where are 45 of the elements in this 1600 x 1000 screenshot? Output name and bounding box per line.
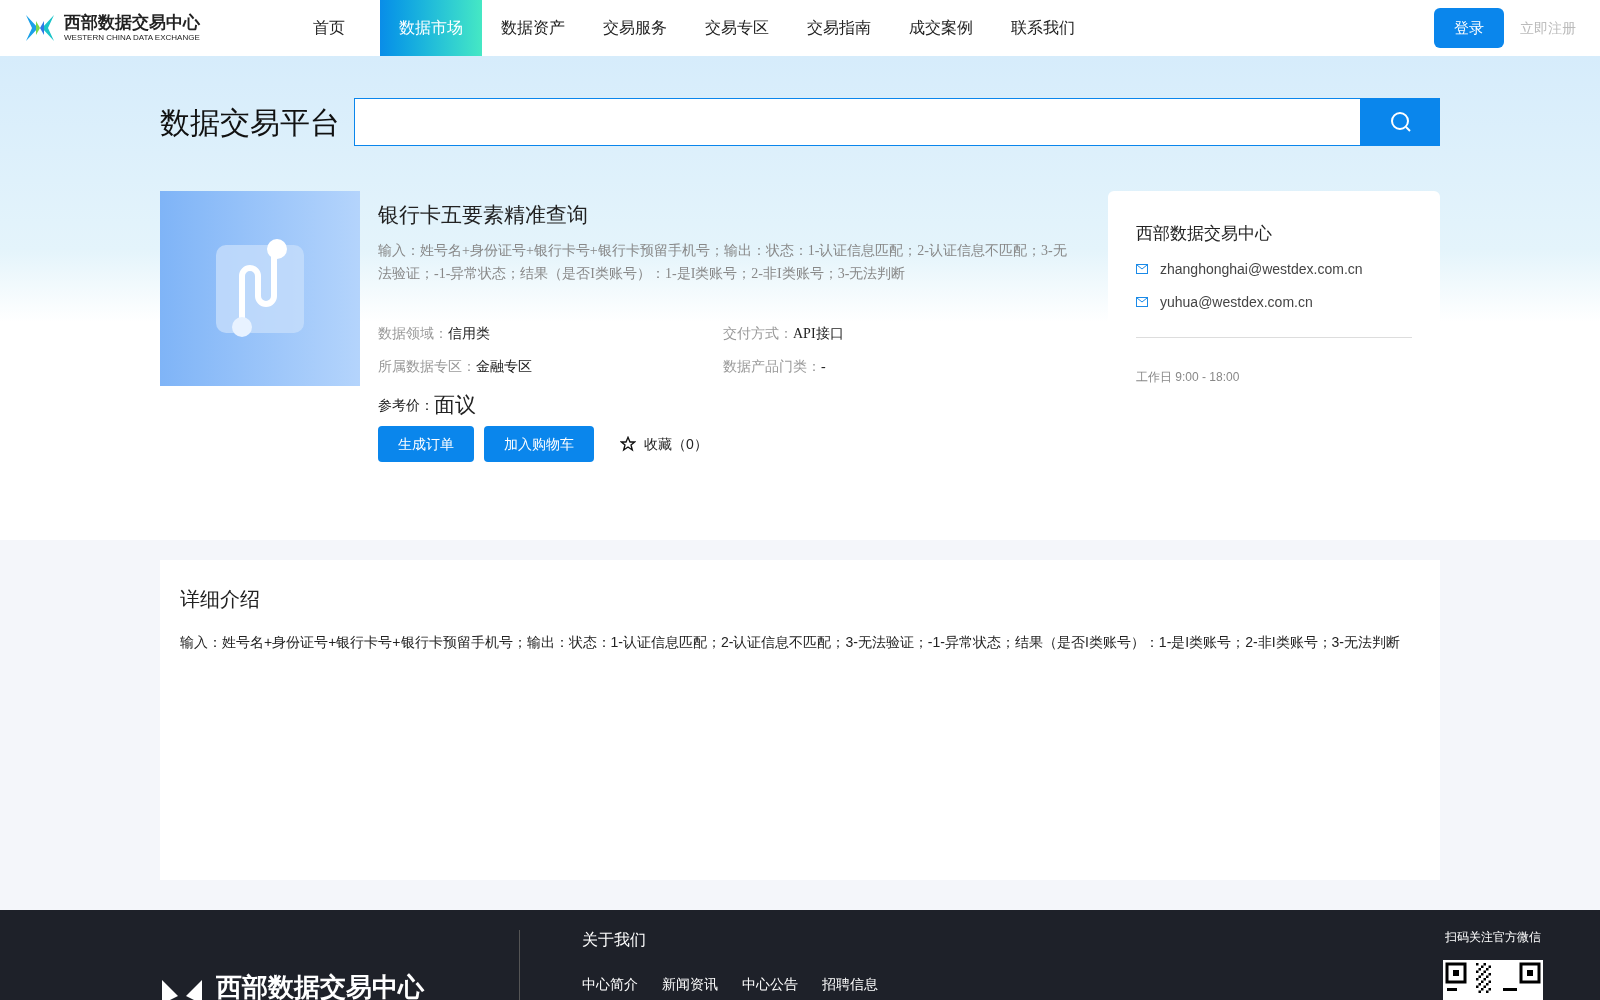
search-icon (1388, 110, 1413, 134)
contact-email: zhanghonghai@westdex.com.cn (1160, 259, 1363, 279)
nav-tab[interactable]: 首页 (278, 0, 380, 56)
action-button[interactable]: 生成订单 (378, 426, 474, 462)
attribute-label: 数据领域： (378, 324, 448, 343)
attribute-value: - (821, 357, 826, 376)
product-summary: 输入：姓号名+身份证号+银行卡号+银行卡预留手机号；输出：状态：1-认证信息匹配；2-认证信息不匹配；3-无法验证；-1-异常状态；结果（是否I类账号）：1-是I类账号；2-非I类账号；3-无法判断 (378, 241, 1068, 283)
price-value: 面议 (434, 391, 476, 418)
nav-tab[interactable]: 成交案例 (890, 0, 992, 56)
action-button[interactable]: 加入购物车 (484, 426, 594, 462)
detail-text: 输入：姓号名+身份证号+银行卡号+银行卡预留手机号；输出：状态：1-认证信息匹配；2-认证信息不匹配；3-无法验证；-1-异常状态；结果（是否I类账号）：1-是I类账号；2-非I类账号；3-无法判断 (180, 633, 1401, 652)
product-title: 银行卡五要素精准查询 (378, 202, 589, 228)
working-hours: 工作日 9:00 - 18:00 (1136, 369, 1240, 384)
qr-label: 扫码关注官方微信 (1445, 929, 1541, 946)
mail-icon (1136, 297, 1148, 307)
star-icon (620, 436, 636, 452)
footer-link[interactable]: 招聘信息 (822, 974, 878, 995)
logo-subtitle: WESTERN CHINA DATA EXCHANGE (64, 34, 200, 42)
footer-link[interactable]: 中心简介 (582, 974, 638, 995)
attribute-value: 金融专区 (476, 357, 532, 376)
nav-tab[interactable]: 数据资产 (482, 0, 584, 56)
mail-icon (1136, 264, 1148, 274)
nav-tab[interactable]: 交易专区 (686, 0, 788, 56)
attribute-label: 交付方式： (723, 324, 793, 343)
contact-name: 西部数据交易中心 (1136, 223, 1273, 245)
price-label: 参考价： (378, 396, 434, 415)
detail-title: 详细介绍 (180, 587, 261, 612)
platform-title: 数据交易平台 (160, 104, 340, 141)
search-button[interactable] (1361, 98, 1440, 146)
nav-tab[interactable]: 联系我们 (992, 0, 1094, 56)
attribute-value: API接口 (793, 324, 844, 343)
footer-logo-name: 西部数据交易中心 (216, 974, 424, 1000)
favorite-button[interactable]: 收藏（0） (620, 433, 708, 455)
attribute-value: 信用类 (448, 324, 490, 343)
logo-name: 西部数据交易中心 (64, 14, 200, 31)
footer-link[interactable]: 新闻资讯 (662, 974, 718, 995)
login-button[interactable]: 登录 (1434, 8, 1504, 48)
contact-email: yuhua@westdex.com.cn (1160, 292, 1313, 312)
footer-link[interactable]: 中心公告 (742, 974, 798, 995)
nav-tab[interactable]: 交易服务 (584, 0, 686, 56)
attribute-label: 数据产品门类： (723, 357, 821, 376)
nav-tab[interactable]: 交易指南 (788, 0, 890, 56)
about-title: 关于我们 (582, 930, 647, 950)
attribute-label: 所属数据专区： (378, 357, 476, 376)
search-field[interactable] (354, 98, 1361, 146)
